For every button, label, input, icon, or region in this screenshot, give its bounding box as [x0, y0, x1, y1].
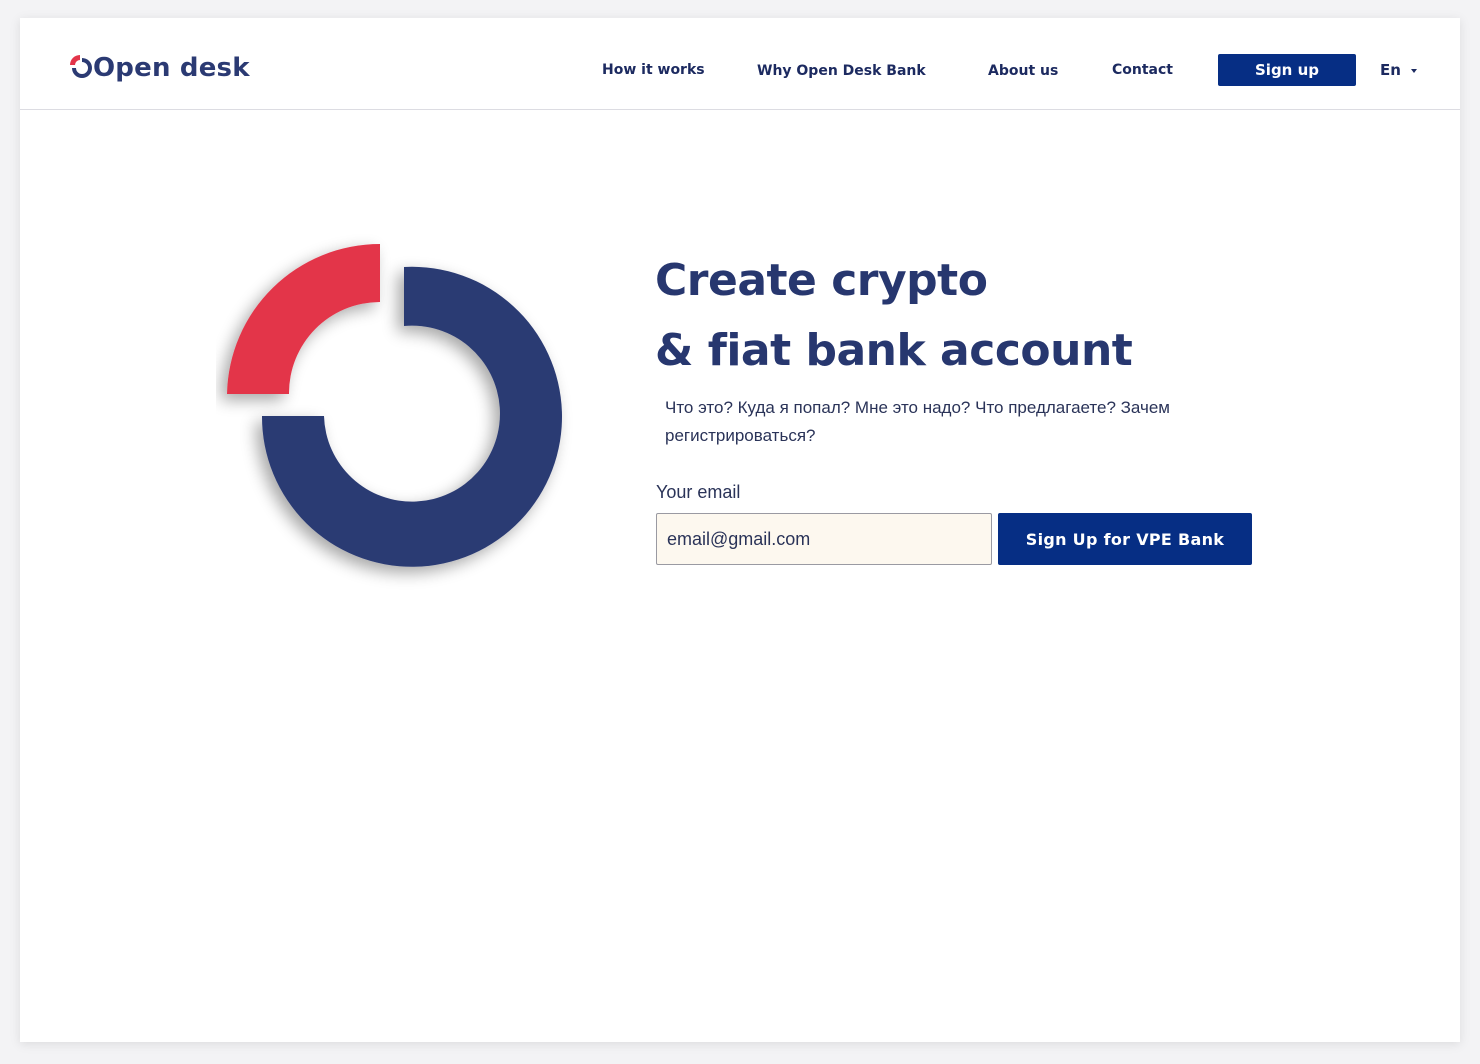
nav-why-open-desk-bank[interactable]: Why Open Desk Bank	[757, 63, 926, 79]
title-line-2: & fiat bank account	[655, 325, 1133, 376]
language-selector[interactable]: En	[1380, 61, 1417, 79]
red-ring-segment	[227, 244, 380, 394]
email-label: Your email	[656, 482, 741, 502]
page: Open desk How it works Why Open Desk Ban…	[20, 18, 1460, 1042]
hero-description: Что это? Куда я попал? Мне это надо? Что…	[665, 398, 1170, 445]
page-title: Create crypto & fiat bank account	[655, 246, 1133, 386]
sign-up-for-vpe-bank-button[interactable]: Sign Up for VPE Bank	[998, 513, 1252, 565]
sign-up-button[interactable]: Sign up	[1218, 54, 1356, 86]
nav-how-it-works[interactable]: How it works	[602, 62, 705, 78]
site-header: Open desk How it works Why Open Desk Ban…	[20, 18, 1460, 110]
language-label: En	[1380, 61, 1401, 79]
chevron-down-icon	[1410, 69, 1417, 73]
nav-about-us[interactable]: About us	[988, 63, 1058, 79]
logo[interactable]: Open desk	[64, 48, 250, 88]
open-desk-logo-icon	[70, 55, 92, 78]
nav-contact[interactable]: Contact	[1112, 62, 1173, 78]
title-line-1: Create crypto	[655, 255, 988, 306]
hero-ring-graphic	[216, 234, 576, 594]
email-field[interactable]	[656, 513, 992, 565]
logo-text: Open desk	[93, 53, 250, 83]
